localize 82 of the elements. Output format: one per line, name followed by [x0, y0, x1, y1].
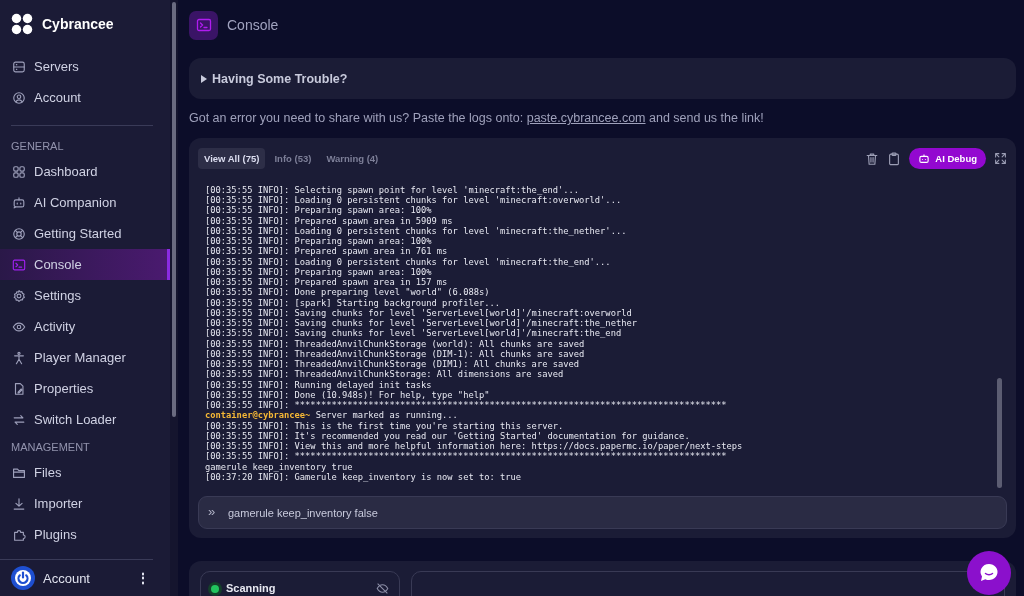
section-heading: MANAGEMENT	[10, 440, 91, 455]
trouble-toggle[interactable]: Having Some Trouble?	[189, 58, 1016, 99]
folder-icon	[12, 465, 26, 480]
log-line: [00:35:55 INFO]: Selecting spawn point for level 'minecraft:the_end'...	[205, 184, 581, 195]
log-line: [00:35:55 INFO]: Prepared spawn area in 761 ms	[205, 246, 449, 257]
sidebar-item[interactable]: Account	[0, 82, 170, 113]
log-line: [00:35:55 INFO]: Done preparing level "world" (6.088s)	[205, 287, 491, 298]
log-line: [00:35:55 INFO]: Saving chunks for level 'ServerLevel[world]'/minecraft:the_nether	[205, 318, 638, 329]
page-title: Console	[227, 17, 279, 33]
log-line: [00:35:55 INFO]: It's recommended you read our 'Getting Started' documentation for guidance.	[205, 430, 691, 441]
console-badge-icon	[189, 10, 218, 40]
log-line: [00:35:55 INFO]: Running delayed init tasks	[205, 379, 433, 390]
sidebar-item[interactable]: AI Companion	[0, 187, 170, 218]
log-line: [00:35:55 INFO]: Preparing spawn area: 100%	[205, 205, 433, 216]
sidebar-item[interactable]: Switch Loader	[0, 404, 170, 435]
sidebar-item[interactable]: Servers	[0, 51, 170, 82]
log-line: [00:35:55 INFO]: Prepared spawn area in 5909 ms	[205, 215, 454, 226]
brand-name: Cybrancee	[42, 16, 114, 32]
sidebar-item[interactable]: Importer	[0, 488, 170, 519]
sidebar-item[interactable]: Files	[0, 457, 170, 488]
eye-icon	[12, 319, 26, 334]
filter-tab[interactable]: View All (75)	[198, 148, 266, 169]
sidebar-item[interactable]: Player Manager	[0, 342, 170, 373]
more-button[interactable]: ⋮	[133, 570, 153, 586]
log-line: [00:35:55 INFO]: ThreadedAnvilChunkStorage (world): All chunks are saved	[205, 338, 586, 349]
log-line: [00:35:55 INFO]: Loading 0 persistent chunks for level 'minecraft:the_end'...	[205, 256, 612, 267]
file-icon	[12, 381, 26, 396]
gear-icon	[12, 288, 26, 303]
user-icon	[12, 90, 26, 105]
log-line: [00:35:55 INFO]: This is the first time you're starting this server.	[205, 420, 565, 431]
filter-tab[interactable]: Info (53)	[268, 148, 318, 169]
ai-debug-button[interactable]: AI Debug	[909, 148, 986, 169]
grid-icon	[12, 164, 26, 179]
section-heading: GENERAL	[10, 139, 65, 154]
sidebar-item[interactable]: Getting Started	[0, 218, 170, 249]
notice-text: Got an error you need to share with us? Paste the logs onto: paste.cybrancee.com and send us the link!	[189, 111, 765, 125]
status-label: Scanning	[226, 582, 277, 594]
paste-link[interactable]: paste.cybrancee.com	[526, 111, 646, 125]
bot-icon	[12, 195, 26, 210]
sidebar-item[interactable]: Console	[0, 249, 170, 280]
terminal-icon	[12, 257, 26, 272]
eye-off-icon[interactable]	[376, 582, 389, 595]
puzzle-icon	[12, 527, 26, 542]
logo-icon	[11, 13, 33, 35]
log-line: [00:35:55 INFO]: **********************************************************************************	[205, 400, 728, 411]
sidebar-item[interactable]: Dashboard	[0, 156, 170, 187]
avatar-icon	[11, 566, 35, 590]
chat-button[interactable]	[967, 551, 1011, 595]
sidebar-item[interactable]: Settings	[0, 280, 170, 311]
clipboard-icon[interactable]	[887, 151, 902, 166]
log-line: [00:37:20 INFO]: Gamerule keep_inventory is now set to: true	[205, 471, 523, 482]
log-line: [00:35:55 INFO]: Saving chunks for level 'ServerLevel[world]'/minecraft:the_end	[205, 328, 623, 339]
log-line: [00:35:55 INFO]: View this and more helpful information here: https://docs.papermc.io/paper/next-steps	[205, 441, 744, 452]
log-line: [00:35:55 INFO]: Prepared spawn area in 157 ms	[205, 277, 449, 288]
person-icon	[12, 350, 26, 365]
account-label[interactable]: Account	[43, 570, 125, 586]
sidebar-item[interactable]: Activity	[0, 311, 170, 342]
log-line: [00:35:55 INFO]: Preparing spawn area: 100%	[205, 236, 433, 247]
trash-icon[interactable]	[865, 151, 880, 166]
swap-icon	[12, 412, 26, 427]
expand-icon[interactable]	[994, 152, 1007, 165]
log-line: [00:35:55 INFO]: ThreadedAnvilChunkStorage (DIM-1): All chunks are saved	[205, 348, 586, 359]
log-line: [00:35:55 INFO]: [spark] Starting background profiler...	[205, 297, 501, 308]
lifebuoy-icon	[12, 226, 26, 241]
log-line: [00:35:55 INFO]: Preparing spawn area: 100%	[205, 266, 433, 277]
log-line: [00:35:55 INFO]: Done (10.948s)! For help, type "help"	[205, 389, 491, 400]
log-line: [00:35:55 INFO]: ThreadedAnvilChunkStorage (DIM1): All chunks are saved	[205, 359, 581, 370]
robot-icon	[918, 152, 931, 165]
chevron-icon: »	[208, 504, 216, 519]
log-line: [00:35:55 INFO]: ThreadedAnvilChunkStorage: All dimensions are saved	[205, 369, 565, 380]
log-line: [00:35:55 INFO]: Saving chunks for level 'ServerLevel[world]'/minecraft:overworld	[205, 307, 633, 318]
log-line: Server marked as running...	[314, 410, 458, 421]
log-line: [00:35:55 INFO]: **********************************************************************************	[205, 451, 728, 462]
filter-tab[interactable]: Warning (4)	[320, 148, 385, 169]
sidebar-item[interactable]: Plugins	[0, 519, 170, 550]
download-icon	[12, 496, 26, 511]
log-line: [00:35:55 INFO]: Loading 0 persistent chunks for level 'minecraft:the_nether'...	[205, 225, 628, 236]
prompt-label: container@cybrancee~	[205, 410, 311, 421]
server-icon	[12, 59, 26, 74]
log-line: [00:35:55 INFO]: Loading 0 persistent chunks for level 'minecraft:overworld'...	[205, 195, 623, 206]
log-line: gamerule keep_inventory true	[205, 461, 354, 472]
sidebar-item[interactable]: Properties	[0, 373, 170, 404]
